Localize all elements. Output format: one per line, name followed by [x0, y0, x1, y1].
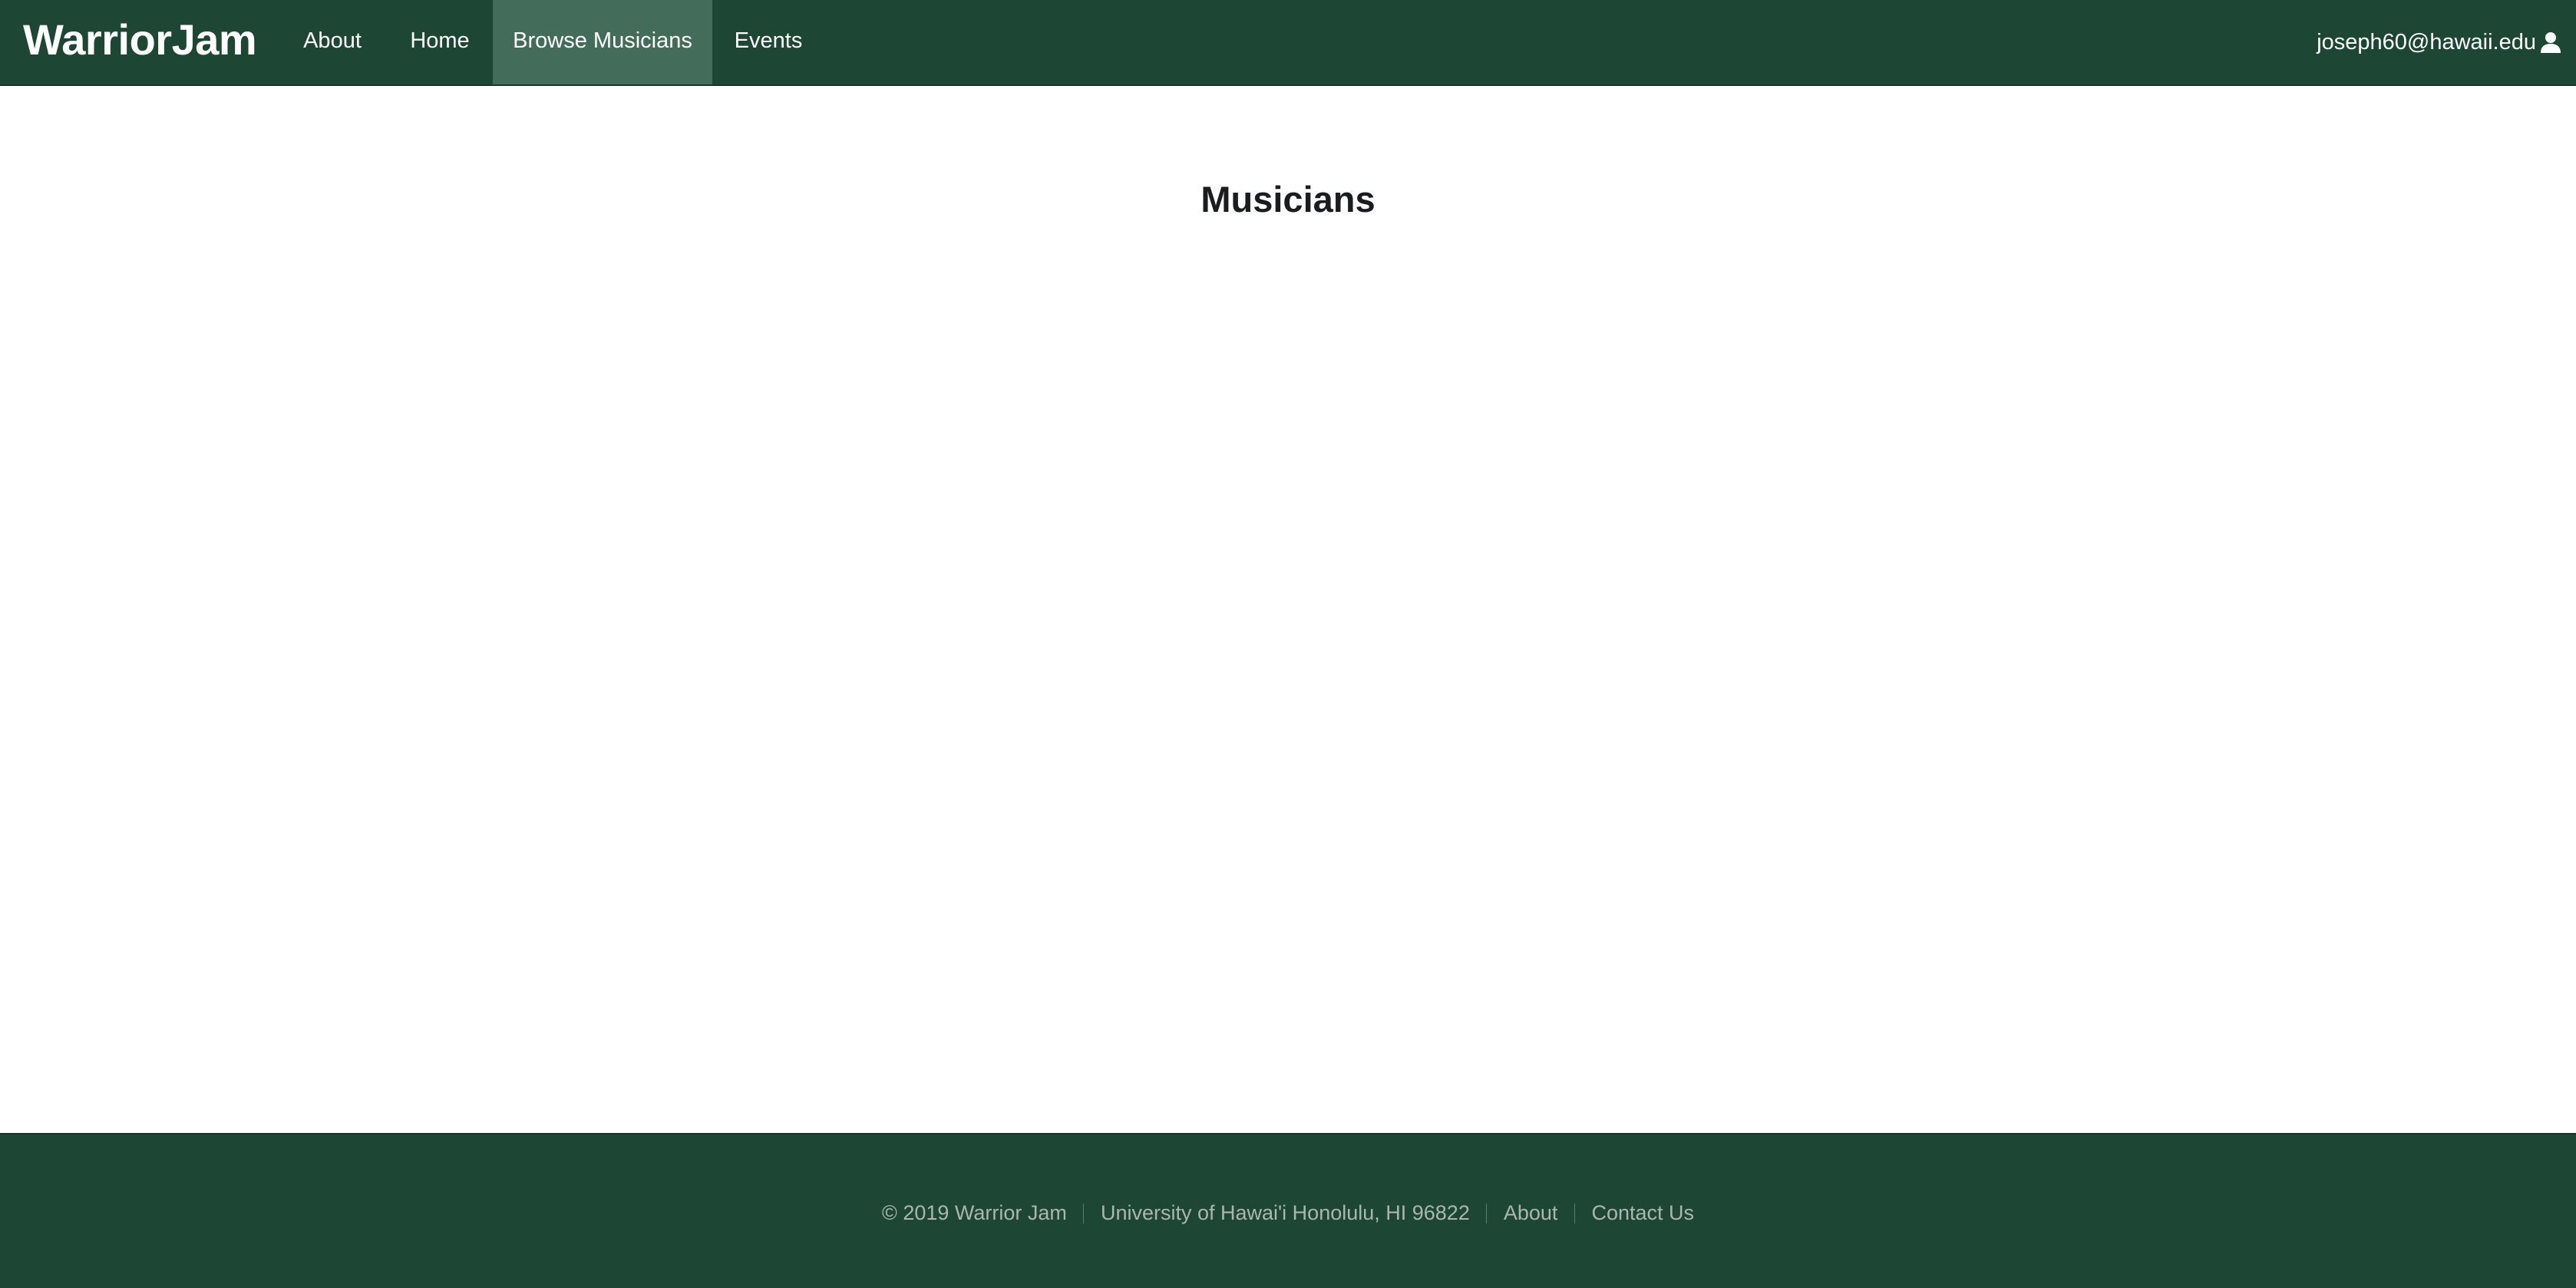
footer-address: University of Hawai'i Honolulu, HI 96822 — [1100, 1201, 1470, 1225]
user-menu[interactable]: joseph60@hawaii.edu — [2317, 0, 2562, 84]
footer: © 2019 Warrior Jam University of Hawai'i… — [0, 1133, 2576, 1288]
nav-item-browse-musicians[interactable]: Browse Musicians — [493, 0, 712, 84]
footer-about-link[interactable]: About — [1504, 1201, 1558, 1225]
footer-divider — [1083, 1203, 1085, 1224]
footer-info: © 2019 Warrior Jam University of Hawai'i… — [0, 1200, 2576, 1225]
nav-item-events[interactable]: Events — [712, 0, 824, 84]
footer-divider — [1574, 1203, 1575, 1224]
user-email: joseph60@hawaii.edu — [2317, 29, 2536, 54]
page-title: Musicians — [1200, 179, 1376, 220]
top-navbar: WarriorJam About Home Browse Musicians E… — [0, 0, 2576, 86]
footer-contact-link[interactable]: Contact Us — [1591, 1201, 1694, 1225]
user-icon — [2539, 31, 2562, 54]
footer-copyright: © 2019 Warrior Jam — [881, 1201, 1067, 1225]
brand-logo[interactable]: WarriorJam — [23, 0, 257, 84]
nav-item-about[interactable]: About — [278, 0, 387, 84]
nav-item-home[interactable]: Home — [387, 0, 493, 84]
footer-divider — [1486, 1203, 1488, 1224]
